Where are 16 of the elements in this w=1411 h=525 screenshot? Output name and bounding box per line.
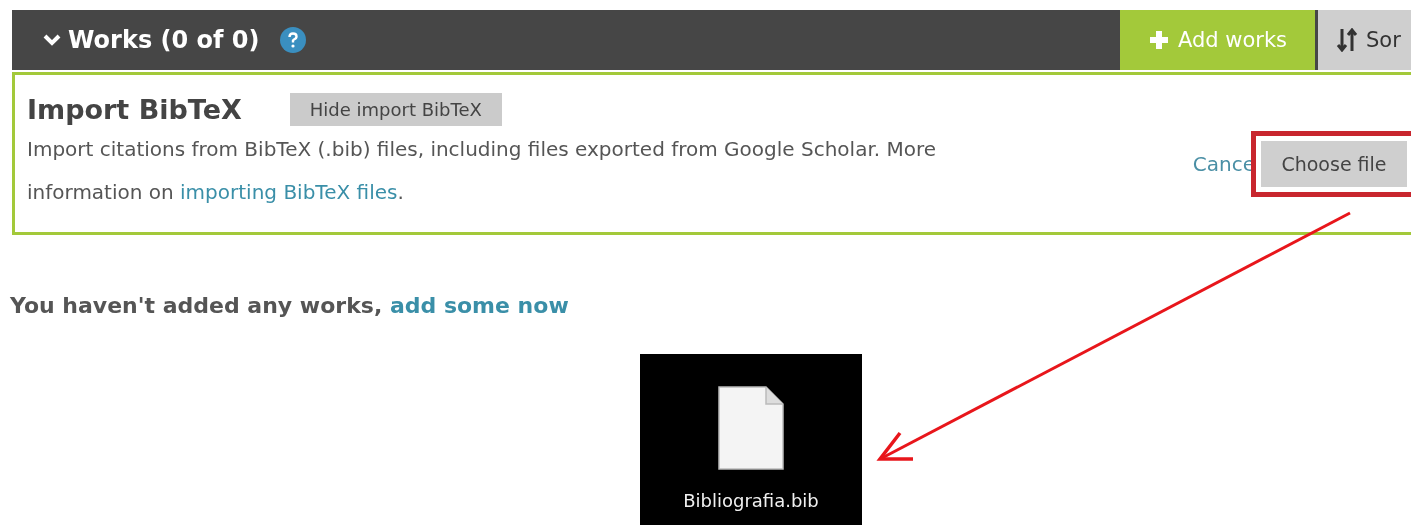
section-title: Works (0 of 0) (68, 26, 260, 54)
sort-button[interactable]: Sor (1318, 10, 1411, 70)
empty-message: You haven't added any works, add some now (10, 293, 570, 318)
panel-title: Import BibTeX (27, 94, 242, 125)
import-description: Import citations from BibTeX (.bib) files, including files exported from Google Scholar. More information on importing BibTeX files. (27, 136, 938, 206)
import-help-link[interactable]: importing BibTeX files (180, 180, 398, 204)
choose-file-button[interactable]: Choose file (1261, 140, 1407, 187)
chevron-icon[interactable] (42, 32, 62, 48)
hide-import-button[interactable]: Hide import BibTeX (289, 93, 502, 126)
add-works-button[interactable]: Add works (1120, 10, 1315, 70)
help-icon[interactable] (279, 27, 306, 53)
sort-icon (1336, 28, 1358, 52)
file-icon[interactable] (718, 386, 784, 470)
file-name: Bibliografia.bib (683, 490, 819, 511)
plus-icon (1147, 29, 1170, 51)
add-works-link[interactable]: add some now (389, 293, 569, 318)
